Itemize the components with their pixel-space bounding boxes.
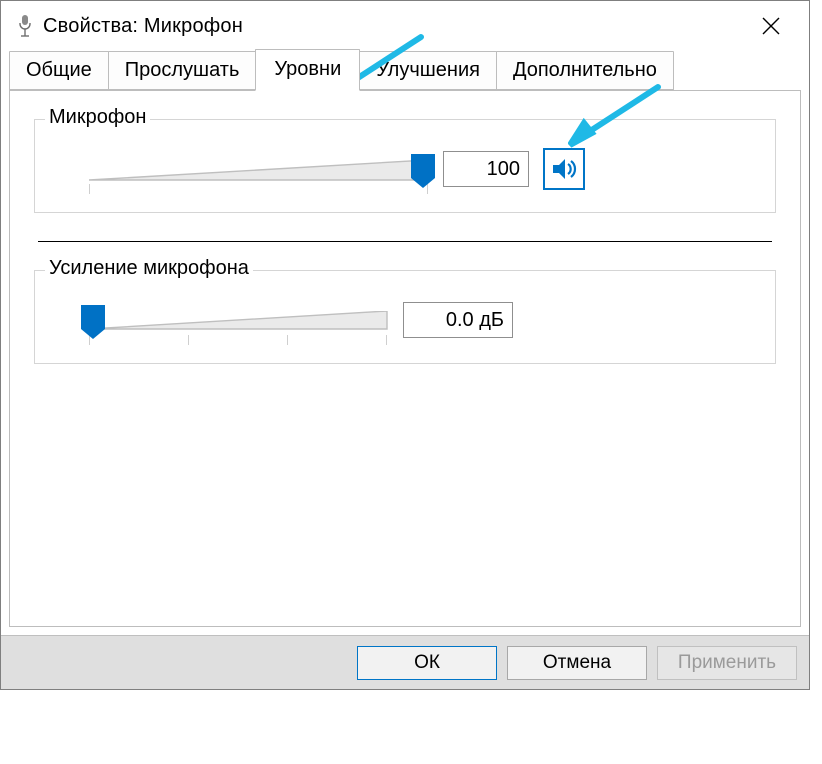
group-microphone: Микрофон bbox=[34, 119, 776, 213]
group-microphone-label: Микрофон bbox=[45, 106, 150, 129]
group-boost-label: Усиление микрофона bbox=[45, 257, 253, 280]
value-input-mic[interactable] bbox=[443, 151, 529, 187]
button-bar: ОК Отмена Применить bbox=[1, 635, 809, 689]
tab-enhancements[interactable]: Улучшения bbox=[359, 51, 497, 90]
cancel-button[interactable]: Отмена bbox=[507, 646, 647, 680]
tab-listen[interactable]: Прослушать bbox=[108, 51, 257, 90]
window-title: Свойства: Микрофон bbox=[43, 15, 743, 38]
slider-mic[interactable] bbox=[89, 148, 429, 190]
slider-boost[interactable] bbox=[89, 299, 389, 341]
microphone-icon bbox=[17, 14, 33, 38]
divider bbox=[38, 241, 772, 242]
mute-button-mic[interactable] bbox=[543, 148, 585, 190]
slider-row-mic bbox=[57, 148, 753, 190]
slider-thumb-boost[interactable] bbox=[81, 305, 105, 339]
dialog-window: Свойства: Микрофон Общие Прослушать Уров… bbox=[0, 0, 810, 690]
tab-general[interactable]: Общие bbox=[9, 51, 109, 90]
close-button[interactable] bbox=[743, 6, 799, 46]
tab-strip: Общие Прослушать Уровни Улучшения Дополн… bbox=[1, 51, 809, 90]
title-bar: Свойства: Микрофон bbox=[1, 1, 809, 51]
tab-advanced[interactable]: Дополнительно bbox=[496, 51, 674, 90]
tab-panel-levels: Микрофон bbox=[9, 90, 801, 627]
slider-thumb-mic[interactable] bbox=[411, 154, 435, 188]
slider-row-boost bbox=[57, 299, 753, 341]
value-input-boost[interactable] bbox=[403, 302, 513, 338]
apply-button: Применить bbox=[657, 646, 797, 680]
ok-button[interactable]: ОК bbox=[357, 646, 497, 680]
group-boost: Усиление микрофона bbox=[34, 270, 776, 364]
tab-levels[interactable]: Уровни bbox=[255, 49, 360, 91]
